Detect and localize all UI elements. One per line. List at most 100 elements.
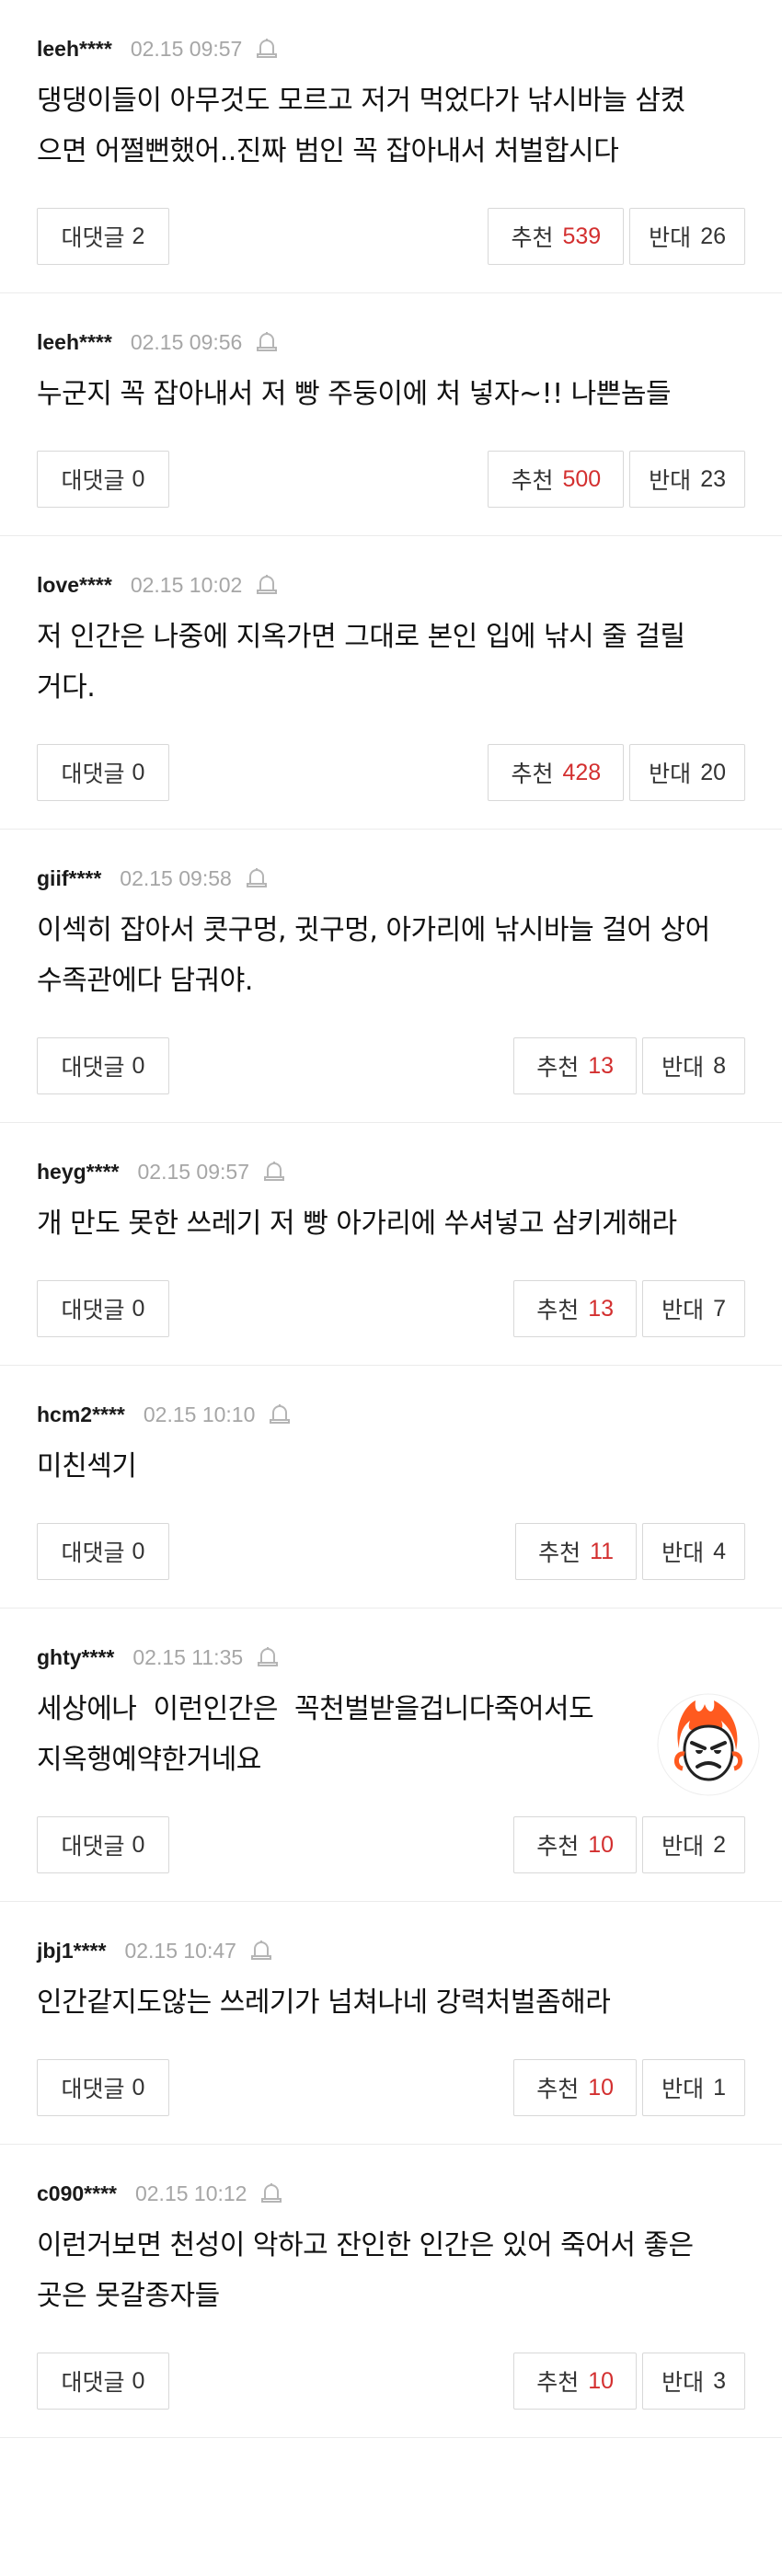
comment-actions: 대댓글 0 추천 428 반대 20 (37, 744, 745, 829)
comment-item: leeh**** 02.15 09:57 댕댕이들이 아무것도 모르고 저거 먹… (0, 0, 782, 293)
comment-username: c090**** (37, 2181, 117, 2205)
recommend-button[interactable]: 추천 10 (513, 1816, 638, 1873)
comment-text: 인간같지도않는 쓰레기가 넘쳐나네 강력처벌좀해라 (37, 1977, 745, 2028)
oppose-button[interactable]: 반대 1 (642, 2059, 745, 2116)
recommend-button[interactable]: 추천 13 (513, 1280, 638, 1337)
recommend-label: 추천 (511, 225, 554, 251)
reply-button[interactable]: 대댓글 0 (37, 1280, 169, 1337)
bell-icon[interactable] (258, 1646, 279, 1668)
oppose-count: 7 (713, 1295, 726, 1322)
recommend-label: 추천 (536, 1834, 580, 1860)
comment-text: 저 인간은 나중에 지옥가면 그대로 본인 입에 낚시 줄 걸릴 거다. (37, 612, 745, 713)
oppose-label: 반대 (661, 1834, 705, 1860)
reply-button[interactable]: 대댓글 0 (37, 744, 169, 801)
comment-actions: 대댓글 2 추천 539 반대 26 (37, 208, 745, 292)
bell-icon[interactable] (264, 1161, 284, 1183)
comment-text-line: 인간같지도않는 쓰레기가 넘쳐나네 강력처벌좀해라 (37, 1986, 611, 2019)
comment-meta: heyg**** 02.15 09:57 (37, 1123, 745, 1187)
recommend-button[interactable]: 추천 428 (488, 744, 625, 801)
recommend-button[interactable]: 추천 500 (488, 451, 625, 508)
oppose-button[interactable]: 반대 20 (629, 744, 745, 801)
comment-meta: leeh**** 02.15 09:57 (37, 0, 745, 64)
oppose-button[interactable]: 반대 23 (629, 451, 745, 508)
oppose-button[interactable]: 반대 3 (642, 2353, 745, 2410)
comment-username: love**** (37, 572, 112, 597)
comment-text: 댕댕이들이 아무것도 모르고 저거 먹었다가 낚시바늘 삼켰 으면 어쩔뻔했어..… (37, 75, 745, 177)
oppose-count: 26 (700, 223, 726, 249)
comment-list: leeh**** 02.15 09:57 댕댕이들이 아무것도 모르고 저거 먹… (0, 0, 782, 2438)
oppose-count: 4 (713, 1538, 726, 1564)
bell-icon[interactable] (246, 867, 267, 889)
comment-username: heyg**** (37, 1159, 120, 1184)
oppose-count: 3 (713, 2367, 726, 2394)
comment-date: 02.15 10:02 (130, 572, 243, 597)
recommend-count: 539 (562, 223, 602, 249)
bell-icon[interactable] (257, 574, 278, 596)
bell-icon[interactable] (261, 2182, 282, 2204)
recommend-button[interactable]: 추천 10 (513, 2059, 638, 2116)
oppose-button[interactable]: 반대 4 (642, 1523, 745, 1580)
reply-count: 0 (132, 759, 145, 785)
reply-label: 대댓글 (61, 1540, 125, 1566)
reply-count: 0 (132, 1831, 145, 1858)
oppose-button[interactable]: 반대 8 (642, 1037, 745, 1094)
comment-date: 02.15 10:10 (143, 1402, 256, 1426)
comment-item: jbj1**** 02.15 10:47 인간같지도않는 쓰레기가 넘쳐나네 강… (0, 1902, 782, 2145)
oppose-button[interactable]: 반대 7 (642, 1280, 745, 1337)
oppose-label: 반대 (649, 468, 692, 494)
bell-icon[interactable] (257, 331, 278, 353)
bell-icon[interactable] (250, 1940, 271, 1962)
comment-date: 02.15 09:57 (130, 36, 243, 61)
comment-text-line: 수족관에다 담궈야. (37, 965, 253, 997)
recommend-button[interactable]: 추천 11 (515, 1523, 638, 1580)
oppose-count: 20 (700, 759, 726, 785)
reply-count: 0 (132, 1052, 145, 1079)
comment-actions: 대댓글 0 추천 10 반대 3 (37, 2353, 745, 2437)
comment-item: c090**** 02.15 10:12 이런거보면 천성이 악하고 잔인한 인… (0, 2145, 782, 2438)
comment-username: ghty**** (37, 1644, 115, 1669)
comment-meta: love**** 02.15 10:02 (37, 536, 745, 601)
reply-button[interactable]: 대댓글 0 (37, 451, 169, 508)
recommend-button[interactable]: 추천 10 (513, 2353, 638, 2410)
recommend-label: 추천 (511, 761, 554, 787)
recommend-button[interactable]: 추천 539 (488, 208, 625, 265)
comment-username: hcm2**** (37, 1402, 125, 1426)
comment-meta: c090**** 02.15 10:12 (37, 2145, 745, 2209)
comment-item: love**** 02.15 10:02 저 인간은 나중에 지옥가면 그대로 … (0, 536, 782, 830)
recommend-count: 13 (588, 1052, 615, 1079)
reply-button[interactable]: 대댓글 0 (37, 1037, 169, 1094)
comment-text-line: 이런거보면 천성이 악하고 잔인한 인간은 있어 죽어서 좋은 (37, 2229, 694, 2261)
reply-count: 0 (132, 1295, 145, 1322)
reply-button[interactable]: 대댓글 0 (37, 2059, 169, 2116)
recommend-label: 추천 (536, 2077, 580, 2102)
oppose-label: 반대 (661, 2077, 705, 2102)
comment-text: 미친섹기 (37, 1441, 745, 1492)
comment-username: leeh**** (37, 36, 112, 61)
comment-date: 02.15 09:56 (130, 329, 243, 354)
comment-text-line: 누군지 꼭 잡아내서 저 빵 주둥이에 처 넣자~!! 나쁜놈들 (37, 378, 672, 410)
recommend-label: 추천 (511, 468, 554, 494)
reply-button[interactable]: 대댓글 0 (37, 2353, 169, 2410)
oppose-count: 8 (713, 1052, 726, 1079)
comment-actions: 대댓글 0 추천 13 반대 8 (37, 1037, 745, 1122)
recommend-button[interactable]: 추천 13 (513, 1037, 638, 1094)
comment-item: leeh**** 02.15 09:56 누군지 꼭 잡아내서 저 빵 주둥이에… (0, 293, 782, 536)
recommend-label: 추천 (538, 1540, 581, 1566)
oppose-label: 반대 (661, 1298, 705, 1323)
comment-text: 세상에나 이런인간은 꼭천벌받을겁니다죽어서도 지옥행예약한거네요 (37, 1684, 745, 1785)
reply-button[interactable]: 대댓글 0 (37, 1523, 169, 1580)
reply-button[interactable]: 대댓글 2 (37, 208, 169, 265)
recommend-label: 추천 (536, 1055, 580, 1081)
comment-item: ghty**** 02.15 11:35 세상에나 이런인간은 꼭천벌받을겁니다… (0, 1609, 782, 1902)
bell-icon[interactable] (270, 1403, 291, 1425)
comment-meta: jbj1**** 02.15 10:47 (37, 1902, 745, 1966)
recommend-count: 10 (588, 2367, 615, 2394)
oppose-count: 2 (713, 1831, 726, 1858)
comment-date: 02.15 10:47 (124, 1938, 236, 1963)
bell-icon[interactable] (257, 38, 278, 60)
oppose-button[interactable]: 반대 26 (629, 208, 745, 265)
oppose-button[interactable]: 반대 2 (642, 1816, 745, 1873)
comment-username: leeh**** (37, 329, 112, 354)
comment-text: 개 만도 못한 쓰레기 저 빵 아가리에 쑤셔넣고 삼키게해라 (37, 1198, 745, 1249)
reply-button[interactable]: 대댓글 0 (37, 1816, 169, 1873)
